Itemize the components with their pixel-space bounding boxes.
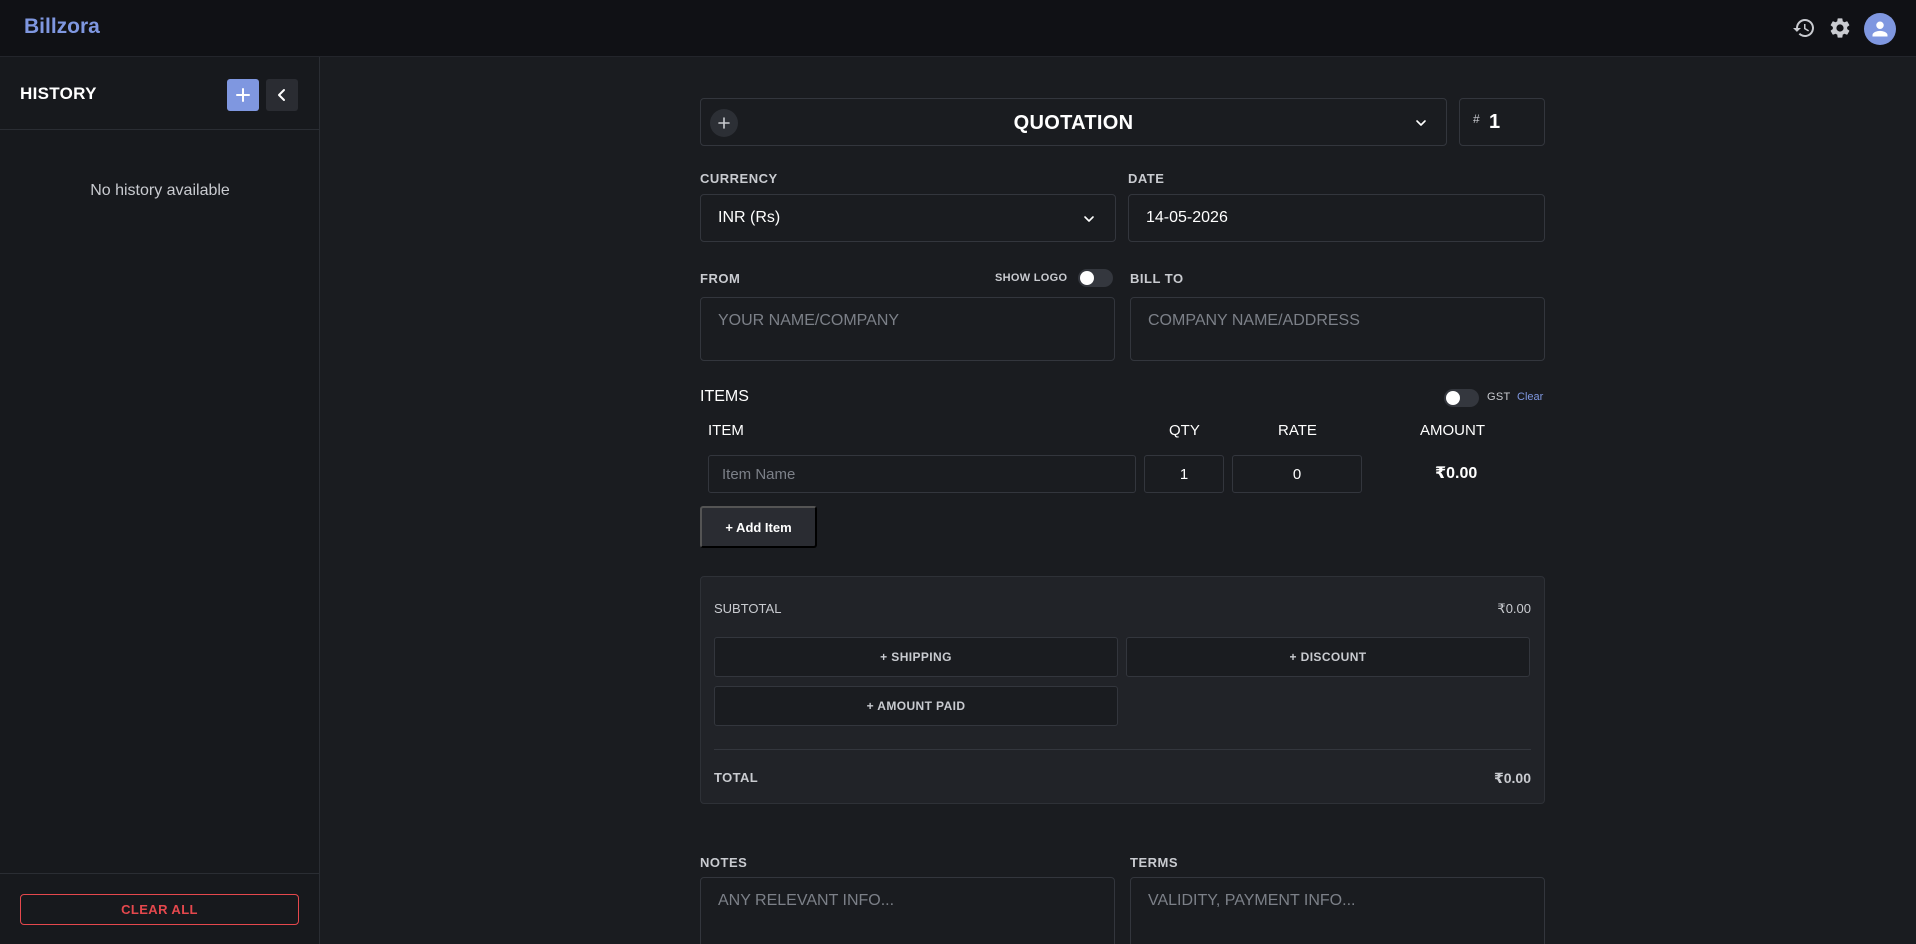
- currency-select[interactable]: INR (Rs): [700, 194, 1116, 242]
- new-document-button[interactable]: [227, 79, 259, 111]
- gst-toggle[interactable]: [1444, 389, 1479, 407]
- column-rate: RATE: [1278, 422, 1317, 439]
- items-title: ITEMS: [700, 388, 749, 405]
- history-sidebar: HISTORY No history available CLEAR ALL: [0, 57, 320, 944]
- date-label: DATE: [1128, 171, 1165, 186]
- item-amount: ₹0.00: [1435, 465, 1478, 482]
- item-rate-input[interactable]: 0: [1232, 455, 1362, 493]
- chevron-left-icon: [278, 89, 285, 101]
- show-logo-label: SHOW LOGO: [995, 272, 1068, 284]
- add-shipping-button[interactable]: + SHIPPING: [714, 637, 1118, 677]
- summary-panel: SUBTOTAL ₹0.00 + SHIPPING + DISCOUNT + A…: [700, 576, 1545, 804]
- plus-icon: [236, 88, 250, 102]
- gst-label: GST: [1487, 391, 1511, 403]
- currency-label: CURRENCY: [700, 171, 778, 186]
- show-logo-toggle[interactable]: [1078, 269, 1113, 287]
- add-item-button[interactable]: + Add Item: [700, 506, 817, 548]
- total-value: ₹0.00: [1494, 770, 1531, 786]
- history-empty-message: No history available: [90, 182, 230, 199]
- item-qty-input[interactable]: 1: [1144, 455, 1224, 493]
- user-avatar[interactable]: [1864, 13, 1896, 45]
- currency-value: INR (Rs): [718, 209, 781, 226]
- date-value: 14-05-2026: [1146, 209, 1228, 226]
- from-placeholder: YOUR NAME/COMPANY: [718, 312, 900, 329]
- sidebar-title: HISTORY: [20, 84, 97, 103]
- clear-items-link[interactable]: Clear: [1517, 391, 1543, 403]
- column-item: ITEM: [708, 422, 744, 439]
- subtotal-value: ₹0.00: [1497, 601, 1531, 616]
- bill-to-input[interactable]: COMPANY NAME/ADDRESS: [1130, 297, 1545, 361]
- from-input[interactable]: YOUR NAME/COMPANY: [700, 297, 1115, 361]
- summary-divider: [714, 749, 1531, 750]
- notes-label: NOTES: [700, 855, 748, 870]
- item-rate-value: 0: [1292, 466, 1302, 483]
- gear-icon[interactable]: [1826, 14, 1854, 42]
- column-qty: QTY: [1169, 422, 1200, 439]
- total-label: TOTAL: [714, 770, 759, 785]
- terms-input[interactable]: VALIDITY, PAYMENT INFO...: [1130, 877, 1545, 944]
- date-input[interactable]: 14-05-2026: [1128, 194, 1545, 242]
- document-type-label: QUOTATION: [1013, 112, 1134, 134]
- clear-all-button[interactable]: CLEAR ALL: [20, 894, 299, 925]
- from-label: FROM: [700, 271, 741, 286]
- item-qty-value: 1: [1179, 466, 1189, 483]
- add-amount-paid-button[interactable]: + AMOUNT PAID: [714, 686, 1118, 726]
- subtotal-label: SUBTOTAL: [714, 601, 782, 616]
- sidebar-footer: CLEAR ALL: [0, 873, 320, 944]
- chevron-down-icon: [1416, 120, 1426, 126]
- bill-to-placeholder: COMPANY NAME/ADDRESS: [1148, 312, 1360, 329]
- item-name-placeholder: Item Name: [722, 466, 796, 483]
- terms-label: TERMS: [1130, 855, 1178, 870]
- sidebar-header: HISTORY: [0, 57, 319, 130]
- history-icon[interactable]: [1790, 14, 1818, 42]
- document-number-field[interactable]: # 1: [1459, 98, 1545, 146]
- document-type-select[interactable]: QUOTATION: [700, 98, 1447, 146]
- column-amount: AMOUNT: [1420, 422, 1485, 439]
- document-number-value[interactable]: 1: [1489, 111, 1500, 134]
- notes-placeholder: ANY RELEVANT INFO...: [718, 892, 895, 909]
- user-icon: [1872, 21, 1888, 37]
- item-name-input[interactable]: Item Name: [708, 455, 1136, 493]
- notes-input[interactable]: ANY RELEVANT INFO...: [700, 877, 1115, 944]
- bill-to-label: BILL TO: [1130, 271, 1184, 286]
- terms-placeholder: VALIDITY, PAYMENT INFO...: [1148, 892, 1356, 909]
- top-bar: Billzora: [0, 0, 1916, 57]
- collapse-sidebar-button[interactable]: [266, 79, 298, 111]
- chevron-down-icon: [1084, 216, 1094, 222]
- add-discount-button[interactable]: + DISCOUNT: [1126, 637, 1530, 677]
- number-prefix: #: [1473, 112, 1480, 126]
- brand-logo[interactable]: Billzora: [24, 15, 100, 39]
